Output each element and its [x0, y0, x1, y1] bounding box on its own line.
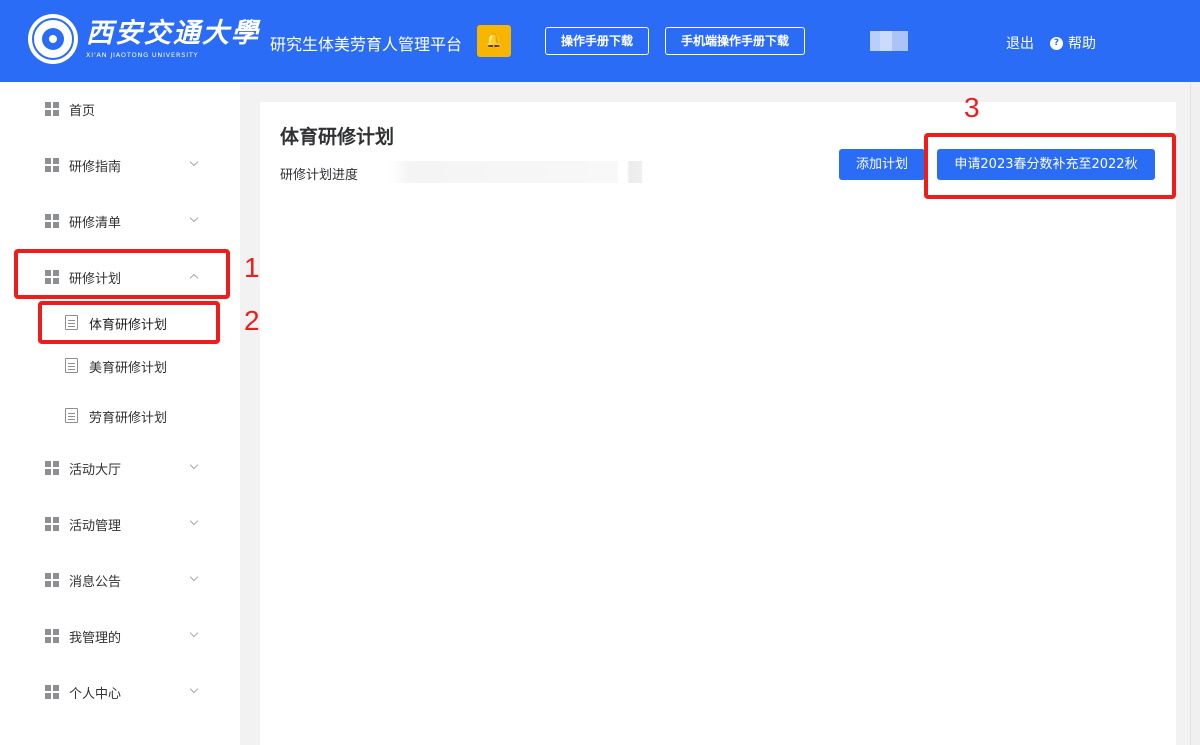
- add-plan-button[interactable]: 添加计划: [839, 149, 925, 180]
- chevron-down-icon: [188, 517, 200, 529]
- logo-english-name: XI'AN JIAOTONG UNIVERSITY: [86, 51, 199, 59]
- sidebar-item-label: 活动管理: [69, 519, 122, 534]
- chevron-down-icon: [188, 573, 200, 585]
- sidebar-subitem-label: 劳育研修计划: [89, 411, 168, 426]
- chevron-down-icon: [188, 629, 200, 641]
- page-title: 体育研修计划: [280, 126, 395, 148]
- sidebar-item-guide[interactable]: 研修指南: [0, 150, 240, 180]
- sidebar-item-checklist[interactable]: 研修清单: [0, 206, 240, 236]
- platform-title: 研究生体美劳育人管理平台: [270, 35, 463, 54]
- grid-icon: [45, 517, 59, 531]
- chevron-down-icon: [188, 461, 200, 473]
- chevron-down-icon: [188, 214, 200, 226]
- document-icon: [65, 408, 78, 423]
- progress-value-redacted: [390, 161, 642, 183]
- university-seal-icon: [28, 14, 78, 64]
- top-header: 西安交通大學 XI'AN JIAOTONG UNIVERSITY 研究生体美劳育…: [0, 0, 1200, 82]
- grid-icon: [45, 685, 59, 699]
- help-link[interactable]: ? 帮助: [1050, 33, 1096, 53]
- sidebar-item-personal-center[interactable]: 个人中心: [0, 677, 240, 707]
- progress-label: 研修计划进度: [280, 168, 359, 183]
- sidebar-subitem-labor-plan[interactable]: 劳育研修计划: [0, 401, 240, 429]
- grid-icon: [45, 214, 59, 228]
- grid-icon: [45, 102, 59, 116]
- help-label: 帮助: [1068, 36, 1096, 52]
- user-name-redacted: [870, 31, 908, 51]
- help-icon: ?: [1050, 36, 1063, 50]
- grid-icon: [45, 461, 59, 475]
- sidebar-item-label: 研修清单: [69, 216, 122, 231]
- vertical-scrollbar[interactable]: [1190, 82, 1200, 745]
- sidebar-item-label: 消息公告: [69, 575, 122, 590]
- grid-icon: [45, 573, 59, 587]
- sidebar-item-label: 研修指南: [69, 160, 122, 175]
- university-logo[interactable]: 西安交通大學 XI'AN JIAOTONG UNIVERSITY: [28, 14, 260, 64]
- logo-chinese-name: 西安交通大學: [86, 18, 260, 49]
- annotation-box-1: [14, 249, 230, 299]
- sidebar-item-label: 首页: [69, 104, 96, 119]
- manual-download-button[interactable]: 操作手册下载: [545, 27, 649, 55]
- notification-bell-button[interactable]: 🔔: [477, 25, 511, 57]
- sidebar-subitem-arts-plan[interactable]: 美育研修计划: [0, 351, 240, 379]
- sidebar: 首页 研修指南 研修清单 研修计划 体育研修计划 美育研修计划 劳育研修计划 活…: [0, 82, 240, 745]
- bell-icon: 🔔: [485, 33, 503, 49]
- annotation-number-3: 3: [964, 92, 980, 123]
- annotation-box-2: [38, 301, 220, 344]
- sidebar-item-label: 我管理的: [69, 631, 122, 646]
- document-icon: [65, 358, 78, 373]
- sidebar-item-activity-hall[interactable]: 活动大厅: [0, 453, 240, 483]
- sidebar-item-home[interactable]: 首页: [0, 94, 240, 124]
- chevron-down-icon: [188, 685, 200, 697]
- grid-icon: [45, 629, 59, 643]
- sidebar-item-label: 活动大厅: [69, 463, 122, 478]
- sidebar-subitem-label: 美育研修计划: [89, 361, 168, 376]
- mobile-manual-download-button[interactable]: 手机端操作手册下载: [665, 27, 805, 55]
- grid-icon: [45, 158, 59, 172]
- sidebar-item-label: 个人中心: [69, 687, 122, 702]
- chevron-down-icon: [188, 158, 200, 170]
- annotation-number-1: 1: [244, 252, 260, 283]
- logout-link[interactable]: 退出: [1006, 33, 1034, 53]
- annotation-box-3: [924, 133, 1176, 199]
- sidebar-item-my-managed[interactable]: 我管理的: [0, 621, 240, 651]
- sidebar-item-announcements[interactable]: 消息公告: [0, 565, 240, 595]
- sidebar-item-activity-management[interactable]: 活动管理: [0, 509, 240, 539]
- annotation-number-2: 2: [244, 305, 260, 336]
